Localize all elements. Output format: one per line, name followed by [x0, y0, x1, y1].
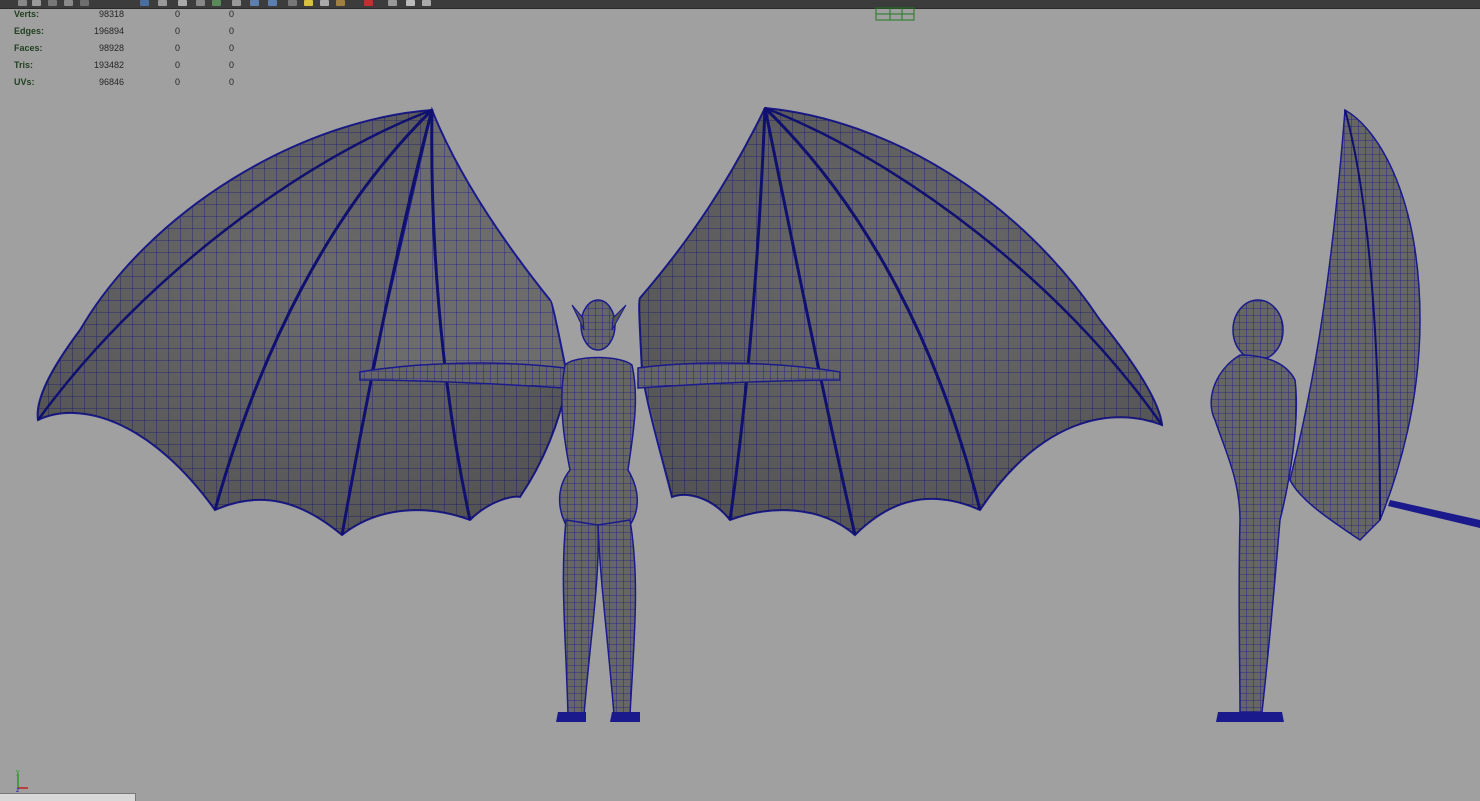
right-wing-mesh[interactable] — [638, 106, 1164, 537]
viewport-scene[interactable] — [0, 0, 1480, 800]
left-wing-mesh[interactable] — [36, 106, 570, 537]
side-body-mesh[interactable] — [1210, 108, 1480, 722]
axis-indicator: y z — [14, 768, 34, 794]
viewcube-gizmo[interactable] — [875, 7, 915, 21]
axis-z-label: z — [16, 787, 20, 792]
axis-y-label: y — [16, 769, 20, 776]
